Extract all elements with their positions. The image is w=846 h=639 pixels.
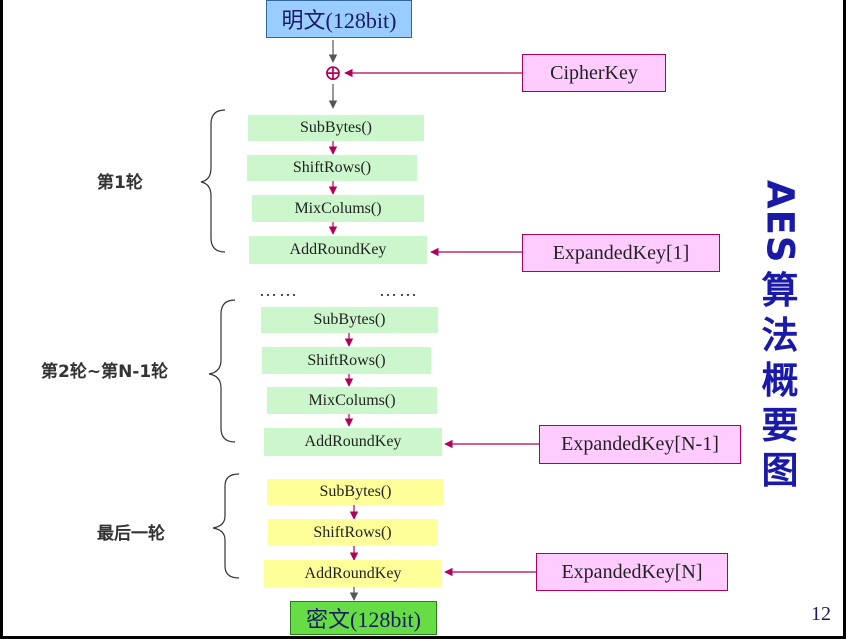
round1-shiftrows-step: ShiftRows() <box>247 155 417 181</box>
xor-icon: ⊕ <box>323 60 343 85</box>
middle-shiftrows-step: ShiftRows() <box>262 347 431 374</box>
ellipsis-right: …… <box>379 280 419 300</box>
final-shiftrows-step: ShiftRows() <box>268 519 437 546</box>
round1-addroundkey-step: AddRoundKey <box>249 236 427 264</box>
title-char-3: 概 <box>761 358 799 402</box>
expanded-key-n-box: ExpandedKey[N] <box>536 553 728 591</box>
final-subbytes-step: SubBytes() <box>267 479 444 505</box>
round1-mixcolumns-step: MixColums() <box>252 195 424 222</box>
cipher-key-box: CipherKey <box>522 54 666 92</box>
expanded-key-n-minus-1-box: ExpandedKey[N-1] <box>539 425 741 464</box>
round1-label: 第1轮 <box>97 173 143 193</box>
title-char-5: 图 <box>761 449 799 493</box>
page-number: 12 <box>811 603 831 625</box>
middle-mixcolumns-step: MixColums() <box>267 387 437 414</box>
title-char-4: 要 <box>761 403 799 447</box>
final-round-label: 最后一轮 <box>97 524 165 544</box>
title-char-1: 算 <box>761 268 799 312</box>
ciphertext-box: 密文(128bit) <box>290 601 437 635</box>
round1-subbytes-step: SubBytes() <box>248 115 424 141</box>
expanded-key-1-box: ExpandedKey[1] <box>522 234 720 272</box>
slide-frame: 明文(128bit) ⊕ CipherKey 第1轮 SubBytes() Sh… <box>0 0 846 639</box>
title-char-2: 法 <box>761 313 799 357</box>
brace-final-round <box>212 473 240 579</box>
middle-addroundkey-step: AddRoundKey <box>264 428 442 456</box>
slide-title: AES 算 法 概 要 图 <box>755 180 805 493</box>
middle-subbytes-step: SubBytes() <box>261 307 438 333</box>
plaintext-box: 明文(128bit) <box>266 0 412 38</box>
middle-rounds-label: 第2轮~第N-1轮 <box>41 362 169 382</box>
title-latin: AES <box>758 180 802 264</box>
brace-middle-rounds <box>208 299 236 443</box>
final-addroundkey-step: AddRoundKey <box>264 560 442 587</box>
ellipsis-left: …… <box>259 280 299 300</box>
brace-round1 <box>200 109 226 253</box>
